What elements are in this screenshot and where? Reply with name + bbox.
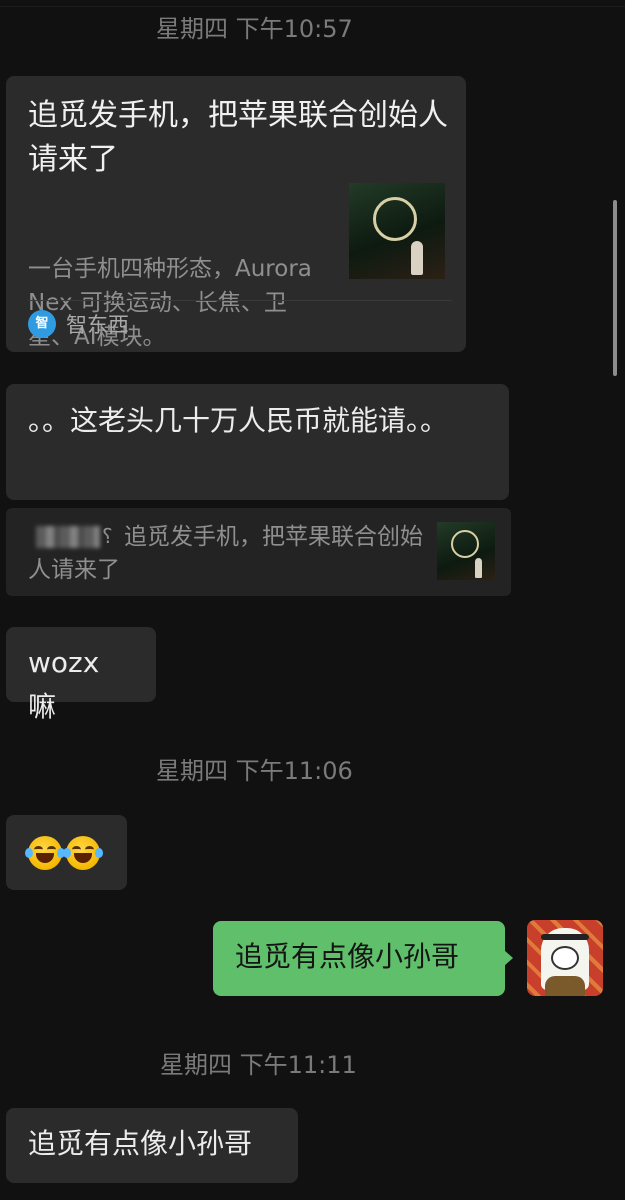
link-card-source-name: 智东西 xyxy=(66,313,129,337)
phone-ring-image xyxy=(373,197,417,241)
avatar[interactable] xyxy=(527,920,603,996)
link-card-message[interactable]: 追觅发手机，把苹果联合创始人请来了 一台手机四种形态，Aurora Nex 可换… xyxy=(6,76,466,352)
timestamp: 星期四 下午11:06 xyxy=(156,757,353,785)
message-bubble[interactable]: 追觅有点像小孙哥 xyxy=(6,1108,298,1183)
quoted-message-thumbnail xyxy=(437,522,495,580)
link-card-source: 智 智东西 xyxy=(28,310,129,338)
scrollbar[interactable] xyxy=(613,200,617,376)
zhidongxi-logo-icon: 智 xyxy=(28,310,56,338)
person-image xyxy=(411,241,423,275)
top-divider xyxy=(0,0,625,7)
link-card-title: 追觅发手机，把苹果联合创始人请来了 xyxy=(28,98,448,177)
link-card-thumbnail xyxy=(349,183,445,279)
timestamp: 星期四 下午11:11 xyxy=(160,1051,357,1079)
message-bubble[interactable]: wozx 嘛 xyxy=(6,627,156,723)
person-image xyxy=(475,558,482,578)
message-text: wozx 嘛 xyxy=(28,646,100,723)
outgoing-message-text: 追觅有点像小孙哥 xyxy=(235,940,460,973)
timestamp: 星期四 下午10:57 xyxy=(156,15,353,43)
link-icon: ⸮ xyxy=(102,524,113,548)
emoji-message-bubble[interactable] xyxy=(6,815,127,890)
link-card-divider xyxy=(28,300,452,301)
reply-message-text: 。。这老头几十万人民币就能请。。 xyxy=(28,404,449,437)
outgoing-message-bubble[interactable]: 追觅有点像小孙哥 xyxy=(213,921,505,996)
reply-message-bubble[interactable]: 。。这老头几十万人民币就能请。。 xyxy=(6,384,509,500)
message-text: 追觅有点像小孙哥 xyxy=(28,1127,253,1160)
phone-ring-image xyxy=(451,530,479,558)
outgoing-bubble-tail xyxy=(504,950,513,966)
face-with-tears-of-joy-icon xyxy=(25,836,65,870)
face-with-tears-of-joy-icon xyxy=(63,836,103,870)
quoted-message-text: 追觅发手机，把苹果联合创始人请来了 xyxy=(28,524,423,583)
